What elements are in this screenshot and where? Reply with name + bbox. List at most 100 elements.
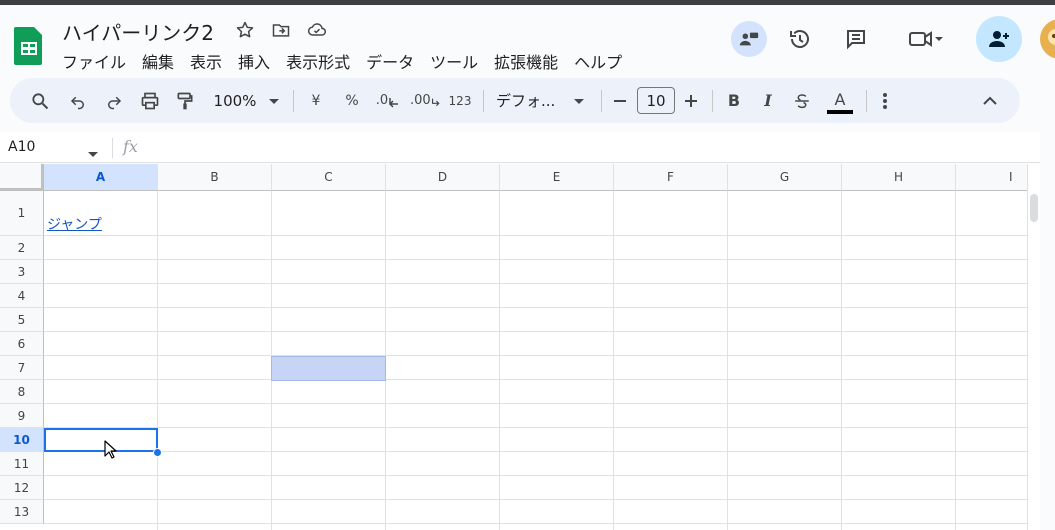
more-formats-button[interactable]: 123 — [446, 78, 474, 123]
fill-handle[interactable] — [153, 448, 162, 457]
menu-format[interactable]: 表示形式 — [278, 47, 358, 75]
column-header-h[interactable]: H — [842, 164, 956, 191]
select-all-corner[interactable] — [0, 164, 44, 191]
row-header-12[interactable]: 12 — [0, 476, 44, 500]
text-color-letter: A — [834, 89, 846, 109]
column-header-a[interactable]: A — [44, 164, 158, 191]
chevron-down-icon — [574, 98, 584, 104]
row-header-3[interactable]: 3 — [0, 260, 44, 284]
row-header-10[interactable]: 10 — [0, 428, 44, 452]
cell-a1-hyperlink[interactable]: ジャンプ — [47, 214, 102, 234]
grid-line — [44, 379, 1027, 380]
grid-line — [499, 191, 500, 530]
row-header-9[interactable]: 9 — [0, 404, 44, 428]
name-box-dropdown[interactable] — [88, 144, 98, 163]
spreadsheet-grid[interactable]: A B C D E F G H I 1 2 3 4 5 6 7 8 9 10 1… — [0, 164, 1027, 530]
strikethrough-icon — [795, 93, 809, 108]
grid-line — [841, 191, 842, 530]
menu-insert[interactable]: 挿入 — [230, 47, 278, 75]
menu-edit[interactable]: 編集 — [134, 47, 182, 75]
row-header-8[interactable]: 8 — [0, 380, 44, 404]
row-header-4[interactable]: 4 — [0, 284, 44, 308]
text-color-button[interactable]: A — [825, 78, 855, 123]
column-header-i[interactable]: I — [956, 164, 1027, 191]
cloud-saved-icon[interactable] — [306, 19, 328, 41]
formula-bar-divider — [112, 138, 113, 158]
toolbar: 100% ¥ % .0 .00 123 デフォ... 10 B I A — [10, 78, 1020, 123]
redo-button[interactable] — [102, 78, 126, 123]
column-header-d[interactable]: D — [386, 164, 500, 191]
grid-line — [44, 331, 1027, 332]
menu-file[interactable]: ファイル — [54, 47, 134, 75]
share-button[interactable] — [976, 16, 1022, 62]
version-history-button[interactable] — [780, 19, 820, 59]
fx-icon: fx — [123, 137, 138, 156]
comments-button[interactable] — [836, 19, 876, 59]
meet-present-button[interactable] — [731, 21, 767, 57]
undo-button[interactable] — [66, 78, 90, 123]
column-header-f[interactable]: F — [614, 164, 728, 191]
increase-decimal-button[interactable]: .00 — [410, 78, 440, 123]
arrow-left-icon — [389, 97, 399, 108]
document-title[interactable]: ハイパーリンク2 — [62, 17, 214, 46]
menu-bar: ファイル 編集 表示 挿入 表示形式 データ ツール 拡張機能 ヘルプ — [54, 47, 630, 75]
mouse-cursor-icon — [104, 440, 118, 464]
currency-format-button[interactable]: ¥ — [304, 78, 328, 123]
meet-button[interactable] — [898, 19, 954, 59]
column-header-b[interactable]: B — [158, 164, 272, 191]
toolbar-divider — [866, 90, 867, 112]
grid-line — [44, 475, 1027, 476]
zoom-select[interactable]: 100% — [210, 78, 260, 123]
row-header-13[interactable]: 13 — [0, 500, 44, 524]
row-header-6[interactable]: 6 — [0, 332, 44, 356]
scrollbar-thumb[interactable] — [1030, 194, 1038, 222]
menu-tools[interactable]: ツール — [422, 47, 486, 75]
row-header-5[interactable]: 5 — [0, 308, 44, 332]
menu-extensions[interactable]: 拡張機能 — [486, 47, 566, 75]
row-header-2[interactable]: 2 — [0, 236, 44, 260]
menu-help[interactable]: ヘルプ — [566, 47, 630, 75]
avatar-image-icon — [1040, 19, 1055, 59]
more-options-button[interactable] — [874, 78, 896, 123]
menu-view[interactable]: 表示 — [182, 47, 230, 75]
chevron-down-icon — [935, 37, 943, 41]
decrease-font-size-button[interactable] — [610, 78, 630, 123]
decrease-decimal-button[interactable]: .0 — [374, 78, 402, 123]
account-avatar[interactable] — [1040, 19, 1055, 59]
column-header-c[interactable]: C — [272, 164, 386, 191]
row-header-7[interactable]: 7 — [0, 356, 44, 380]
row-header-11[interactable]: 11 — [0, 452, 44, 476]
search-menus-button[interactable] — [28, 78, 52, 123]
percent-format-button[interactable]: % — [340, 78, 364, 123]
arrow-right-icon — [431, 98, 440, 106]
person-chat-icon — [739, 32, 759, 46]
menu-data[interactable]: データ — [358, 47, 422, 75]
collapse-toolbar-button[interactable] — [978, 78, 1002, 123]
grid-line — [44, 427, 1027, 428]
name-box[interactable]: A10 — [8, 139, 35, 155]
print-button[interactable] — [138, 78, 162, 123]
font-dropdown-caret[interactable] — [570, 78, 588, 123]
active-cell-a10[interactable] — [44, 428, 158, 452]
italic-button[interactable]: I — [756, 78, 780, 123]
font-size-input[interactable]: 10 — [637, 87, 675, 114]
move-folder-icon[interactable] — [270, 19, 292, 41]
font-family-select[interactable]: デフォ... — [496, 78, 578, 123]
row-header-1[interactable]: 1 — [0, 191, 44, 236]
column-header-e[interactable]: E — [500, 164, 614, 191]
increase-font-size-button[interactable] — [681, 78, 701, 123]
vertical-scrollbar[interactable] — [1027, 164, 1040, 530]
minus-icon — [614, 99, 626, 102]
strikethrough-button[interactable] — [790, 78, 814, 123]
column-header-g[interactable]: G — [728, 164, 842, 191]
grid-line — [44, 403, 1027, 404]
paint-format-button[interactable] — [173, 78, 197, 123]
grid-line — [44, 307, 1027, 308]
app-header: ハイパーリンク2 ファイル 編集 表示 挿入 表示形式 データ ツール 拡張機能… — [0, 5, 1055, 75]
search-icon — [32, 92, 49, 109]
zoom-dropdown-caret[interactable] — [264, 78, 284, 123]
star-icon[interactable] — [234, 19, 256, 41]
bold-button[interactable]: B — [722, 78, 746, 123]
highlighted-cell-c7[interactable] — [271, 356, 386, 381]
sheets-logo-icon[interactable] — [14, 25, 44, 65]
